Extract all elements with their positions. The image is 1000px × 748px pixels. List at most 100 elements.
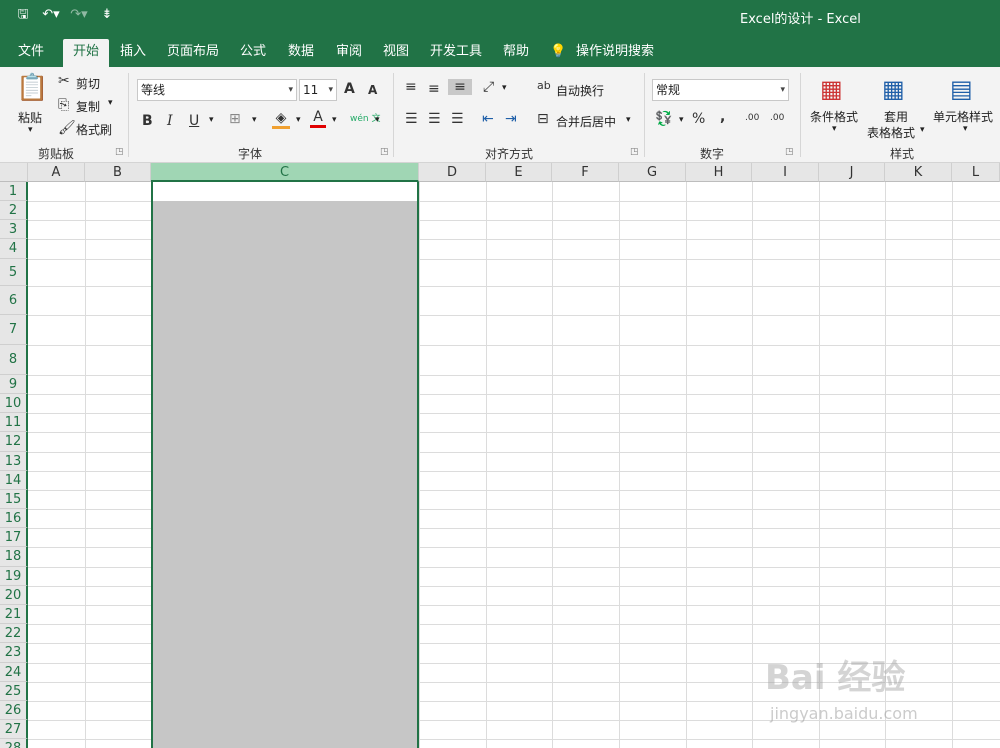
wrap-text-button[interactable]: 自动换行 bbox=[556, 82, 604, 99]
cell-styles-button[interactable]: 单元格样式 bbox=[933, 108, 993, 125]
chevron-down-icon[interactable]: ▾ bbox=[209, 115, 214, 125]
column-header-i[interactable]: I bbox=[752, 163, 819, 182]
increase-font-button[interactable]: A bbox=[344, 81, 355, 97]
row-header-18[interactable]: 18 bbox=[0, 547, 28, 567]
border-icon[interactable]: ⊞ bbox=[229, 111, 241, 127]
cut-button[interactable]: 剪切 bbox=[76, 75, 100, 92]
column-header-h[interactable]: H bbox=[686, 163, 752, 182]
column-header-j[interactable]: J bbox=[819, 163, 885, 182]
format-table-icon[interactable]: ▦ bbox=[882, 75, 905, 103]
row-header-27[interactable]: 27 bbox=[0, 720, 28, 739]
chevron-down-icon[interactable]: ▾ bbox=[296, 115, 301, 125]
select-all-corner[interactable] bbox=[0, 163, 28, 182]
row-header-13[interactable]: 13 bbox=[0, 452, 28, 471]
format-painter-button[interactable]: 格式刷 bbox=[76, 121, 112, 138]
italic-button[interactable]: I bbox=[167, 113, 173, 129]
column-header-g[interactable]: G bbox=[619, 163, 686, 182]
save-icon[interactable]: 🖫 bbox=[14, 6, 32, 24]
column-header-e[interactable]: E bbox=[486, 163, 552, 182]
selected-column-c[interactable] bbox=[151, 182, 419, 748]
tab-view[interactable]: 视图 bbox=[375, 39, 417, 67]
copy-button[interactable]: 复制 bbox=[76, 98, 100, 115]
active-cell-c1[interactable] bbox=[153, 182, 417, 201]
align-bottom-icon[interactable]: ≡ bbox=[448, 79, 472, 95]
row-header-26[interactable]: 26 bbox=[0, 701, 28, 720]
chevron-down-icon[interactable]: ▾ bbox=[108, 98, 113, 108]
paste-icon[interactable]: 📋 bbox=[16, 73, 48, 105]
align-left-icon[interactable]: ☰ bbox=[405, 111, 418, 127]
tab-home[interactable]: 开始 bbox=[63, 39, 109, 67]
font-color-icon[interactable]: A bbox=[310, 109, 326, 128]
dialog-launcher-icon[interactable]: ◳ bbox=[380, 147, 389, 157]
column-header-b[interactable]: B bbox=[85, 163, 151, 182]
row-header-19[interactable]: 19 bbox=[0, 567, 28, 586]
tab-insert[interactable]: 插入 bbox=[112, 39, 154, 67]
tab-page-layout[interactable]: 页面布局 bbox=[162, 39, 224, 67]
column-header-k[interactable]: K bbox=[885, 163, 952, 182]
chevron-down-icon[interactable]: ▾ bbox=[252, 115, 257, 125]
align-right-icon[interactable]: ☰ bbox=[451, 111, 464, 127]
row-header-2[interactable]: 2 bbox=[0, 201, 28, 220]
tab-review[interactable]: 审阅 bbox=[328, 39, 370, 67]
column-header-f[interactable]: F bbox=[552, 163, 619, 182]
chevron-down-icon[interactable]: ▾ bbox=[920, 125, 925, 135]
cell-styles-icon[interactable]: ▤ bbox=[950, 75, 973, 103]
paste-button[interactable]: 粘贴 bbox=[18, 109, 42, 126]
row-header-21[interactable]: 21 bbox=[0, 605, 28, 624]
font-name-combo[interactable]: 等线 ▾ bbox=[137, 79, 297, 101]
row-header-5[interactable]: 5 bbox=[0, 259, 28, 286]
row-header-22[interactable]: 22 bbox=[0, 624, 28, 643]
chevron-down-icon[interactable]: ▾ bbox=[332, 115, 337, 125]
column-header-l[interactable]: L bbox=[952, 163, 1000, 182]
row-header-28[interactable]: 28 bbox=[0, 739, 28, 748]
accounting-format-icon[interactable]: 💱 bbox=[655, 111, 672, 127]
spreadsheet-grid[interactable]: A B C D E F G H I J K L 1 2 3 4 5 6 7 8 … bbox=[0, 163, 1000, 748]
row-header-17[interactable]: 17 bbox=[0, 528, 28, 547]
dialog-launcher-icon[interactable]: ◳ bbox=[785, 147, 794, 157]
customize-qat-icon[interactable]: ⇟ bbox=[98, 6, 116, 24]
tab-file[interactable]: 文件 bbox=[10, 39, 52, 67]
column-header-c[interactable]: C bbox=[151, 163, 419, 182]
chevron-down-icon[interactable]: ▾ bbox=[375, 115, 380, 125]
percent-button[interactable]: % bbox=[692, 111, 705, 127]
tab-data[interactable]: 数据 bbox=[280, 39, 322, 67]
orientation-icon[interactable]: ⤢ bbox=[483, 79, 494, 95]
row-header-10[interactable]: 10 bbox=[0, 394, 28, 413]
row-header-8[interactable]: 8 bbox=[0, 345, 28, 375]
fill-color-icon[interactable]: ◈ bbox=[272, 110, 290, 129]
align-top-icon[interactable]: ≡ bbox=[405, 79, 417, 95]
comma-button[interactable]: , bbox=[720, 109, 725, 125]
row-header-23[interactable]: 23 bbox=[0, 643, 28, 663]
chevron-down-icon[interactable]: ▾ bbox=[502, 83, 507, 93]
row-header-3[interactable]: 3 bbox=[0, 220, 28, 239]
chevron-down-icon[interactable]: ▾ bbox=[679, 115, 684, 125]
number-format-combo[interactable]: 常规 ▾ bbox=[652, 79, 789, 101]
format-table-line1[interactable]: 套用 bbox=[884, 108, 908, 125]
row-header-1[interactable]: 1 bbox=[0, 182, 28, 201]
increase-decimal-button[interactable]: .00 bbox=[745, 113, 759, 123]
tab-developer[interactable]: 开发工具 bbox=[424, 39, 488, 67]
row-header-12[interactable]: 12 bbox=[0, 432, 28, 452]
tab-formulas[interactable]: 公式 bbox=[232, 39, 274, 67]
bold-button[interactable]: B bbox=[142, 113, 153, 129]
row-header-20[interactable]: 20 bbox=[0, 586, 28, 605]
row-header-9[interactable]: 9 bbox=[0, 375, 28, 394]
dialog-launcher-icon[interactable]: ◳ bbox=[630, 147, 639, 157]
row-header-15[interactable]: 15 bbox=[0, 490, 28, 509]
redo-icon[interactable]: ↷▾ bbox=[70, 6, 88, 24]
merge-center-button[interactable]: 合并后居中 bbox=[556, 113, 616, 130]
font-size-combo[interactable]: 11 ▾ bbox=[299, 79, 337, 101]
conditional-format-button[interactable]: 条件格式 bbox=[810, 108, 858, 125]
column-header-d[interactable]: D bbox=[419, 163, 486, 182]
column-header-a[interactable]: A bbox=[28, 163, 85, 182]
undo-icon[interactable]: ↶▾ bbox=[42, 6, 60, 24]
row-header-14[interactable]: 14 bbox=[0, 471, 28, 490]
row-header-6[interactable]: 6 bbox=[0, 286, 28, 315]
chevron-down-icon[interactable]: ▾ bbox=[28, 125, 33, 135]
align-center-icon[interactable]: ☰ bbox=[428, 111, 441, 127]
chevron-down-icon[interactable]: ▾ bbox=[626, 115, 631, 125]
conditional-format-icon[interactable]: ▦ bbox=[820, 75, 843, 103]
tell-me-search[interactable]: 操作说明搜索 bbox=[572, 39, 658, 67]
format-table-line2[interactable]: 表格格式 bbox=[867, 124, 915, 141]
increase-indent-icon[interactable]: ⇥ bbox=[505, 111, 517, 127]
